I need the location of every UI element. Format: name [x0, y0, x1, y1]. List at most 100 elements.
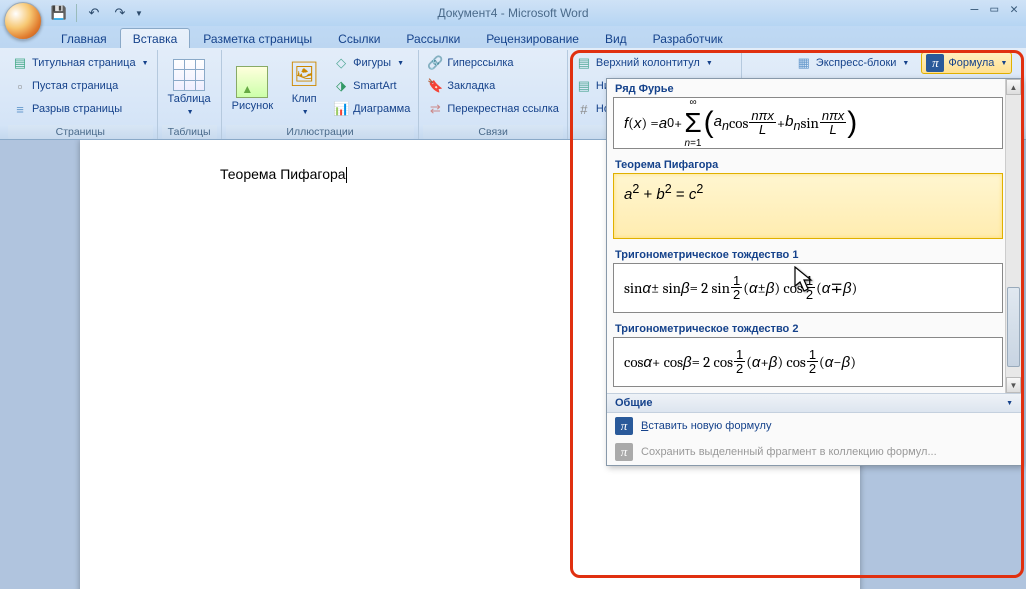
clipart-icon: 🖼: [288, 59, 320, 91]
chart-icon: 📊: [333, 101, 349, 117]
tab-home[interactable]: Главная: [48, 28, 120, 48]
eq-item-pythagoras[interactable]: a2 + b2 = c2: [613, 173, 1003, 239]
eq-section-pythagoras: Теорема Пифагора: [607, 155, 1021, 173]
table-button[interactable]: Таблица ▼: [162, 52, 217, 125]
redo-icon[interactable]: ↷: [109, 2, 131, 24]
eq-section-trig2: Тригонометрическое тождество 2: [607, 319, 1021, 337]
dropdown-icon: ▼: [302, 109, 309, 116]
group-links-label: Связи: [423, 125, 563, 139]
minimize-button[interactable]: —: [971, 2, 979, 17]
eq-item-trig2[interactable]: cos α + cos β = 2 cos12(α + β) cos12(α −…: [613, 337, 1003, 387]
page-text: Теорема Пифагора: [220, 166, 346, 182]
quick-parts-button[interactable]: ▦ Экспресс-блоки ▼: [792, 52, 914, 74]
ribbon-tabs: Главная Вставка Разметка страницы Ссылки…: [0, 26, 1026, 48]
group-links: 🔗Гиперссылка 🔖 Закладка ⇄ Перекрестная ссы…: [419, 50, 568, 139]
dropdown-icon: ▼: [142, 60, 149, 67]
picture-label: Рисунок: [232, 100, 274, 112]
eq-item-trig1[interactable]: sin α ± sin β = 2 sin12(α ± β) cos12(α ∓…: [613, 263, 1003, 313]
equation-label: Формула: [948, 57, 994, 69]
insert-new-equation[interactable]: π Вставить новую формулу: [607, 413, 1021, 439]
qat-dropdown-icon[interactable]: ▼: [135, 9, 143, 18]
cover-page-icon: ▤: [12, 55, 28, 71]
chevron-down-icon: ▼: [1006, 400, 1013, 407]
clipart-button[interactable]: 🖼 Клип ▼: [281, 52, 327, 125]
equation-category-header[interactable]: Общие ▼: [607, 393, 1021, 412]
shapes-icon: ◇: [333, 55, 349, 71]
group-tables-label: Таблицы: [162, 125, 217, 139]
dropdown-icon: ▼: [187, 109, 194, 116]
blank-page-button[interactable]: ▫ Пустая страница: [8, 75, 153, 97]
eq-section-fourier: Ряд Фурье: [607, 79, 1021, 97]
tab-mailings[interactable]: Рассылки: [393, 28, 473, 48]
eq-item-fourier[interactable]: f(x) = a0 + Σ∞n=1 (an cosnπxL + bn sinnπ…: [613, 97, 1003, 149]
pi-icon-disabled: π: [615, 443, 633, 461]
page-break-label: Разрыв страницы: [32, 103, 122, 115]
undo-icon[interactable]: ↶: [83, 2, 105, 24]
tab-insert[interactable]: Вставка: [120, 28, 191, 48]
shapes-label: Фигуры: [353, 57, 391, 69]
equation-scrollbar[interactable]: ▲ ▼: [1005, 79, 1021, 393]
pi-icon: π: [926, 54, 944, 72]
header-button[interactable]: ▤ Верхний колонтитул ▼: [572, 52, 717, 74]
save-selection-to-gallery: π Сохранить выделенный фрагмент в коллек…: [607, 439, 1021, 465]
group-illustrations: Рисунок 🖼 Клип ▼ ◇ Фигуры ▼ ⬗ SmartArt 📊 Диагр…: [222, 50, 420, 139]
smartart-button[interactable]: ⬗ SmartArt: [329, 75, 414, 97]
smartart-label: SmartArt: [353, 80, 396, 92]
crossref-button[interactable]: ⇄ Перекрестная ссылка: [423, 98, 563, 120]
crossref-icon: ⇄: [427, 101, 443, 117]
close-button[interactable]: ✕: [1010, 2, 1018, 17]
bookmark-button[interactable]: 🔖 Закладка: [423, 75, 563, 97]
dropdown-icon: ▼: [397, 60, 404, 67]
scroll-down-icon[interactable]: ▼: [1006, 377, 1021, 393]
blank-page-label: Пустая страница: [32, 80, 118, 92]
tab-page-layout[interactable]: Разметка страницы: [190, 28, 325, 48]
hyperlink-button[interactable]: 🔗Гиперссылка: [423, 52, 563, 74]
tab-review[interactable]: Рецензирование: [473, 28, 592, 48]
tab-view[interactable]: Вид: [592, 28, 640, 48]
group-pages: ▤ Титульная страница ▼ ▫ Пустая страница ≡ Р…: [4, 50, 158, 139]
dropdown-icon: ▼: [706, 60, 713, 67]
quick-parts-icon: ▦: [796, 55, 812, 71]
scroll-up-icon[interactable]: ▲: [1006, 79, 1021, 95]
chart-button[interactable]: 📊 Диаграмма: [329, 98, 414, 120]
equation-category-label: Общие: [615, 397, 653, 409]
bookmark-icon: 🔖: [427, 78, 443, 94]
pi-icon: π: [615, 417, 633, 435]
header-label: Верхний колонтитул: [596, 57, 700, 69]
shapes-button[interactable]: ◇ Фигуры ▼: [329, 52, 414, 74]
save-selection-label: Сохранить выделенный фрагмент в коллекци…: [641, 446, 937, 458]
picture-button[interactable]: Рисунок: [226, 52, 280, 125]
footer-icon: ▤: [576, 78, 592, 94]
equation-button[interactable]: π Формула ▼: [921, 52, 1012, 74]
tab-references[interactable]: Ссылки: [325, 28, 393, 48]
page-number-icon: #: [576, 101, 592, 117]
crossref-label: Перекрестная ссылка: [447, 103, 559, 115]
page-break-icon: ≡: [12, 101, 28, 117]
header-icon: ▤: [576, 55, 592, 71]
window-controls: — ▭ ✕: [971, 2, 1018, 17]
smartart-icon: ⬗: [333, 78, 349, 94]
save-icon[interactable]: 💾: [48, 2, 70, 24]
clipart-label: Клип: [292, 93, 317, 105]
dropdown-icon: ▼: [1000, 60, 1007, 67]
tab-developer[interactable]: Разработчик: [640, 28, 736, 48]
group-illustrations-label: Иллюстрации: [226, 125, 415, 139]
quick-parts-label: Экспресс-блоки: [816, 57, 897, 69]
title-bar: 💾 ↶ ↷ ▼ Документ4 - Microsoft Word — ▭ ✕: [0, 0, 1026, 26]
bookmark-label: Закладка: [447, 80, 495, 92]
group-tables: Таблица ▼ Таблицы: [158, 50, 222, 139]
cover-page-label: Титульная страница: [32, 57, 136, 69]
blank-page-icon: ▫: [12, 78, 28, 94]
eq-section-trig1: Тригонометрическое тождество 1: [607, 245, 1021, 263]
office-button[interactable]: [4, 2, 42, 40]
maximize-button[interactable]: ▭: [990, 2, 998, 17]
cover-page-button[interactable]: ▤ Титульная страница ▼: [8, 52, 153, 74]
group-pages-label: Страницы: [8, 125, 153, 139]
equation-gallery-list[interactable]: Ряд Фурье f(x) = a0 + Σ∞n=1 (an cosnπxL …: [607, 79, 1021, 393]
scroll-thumb[interactable]: [1007, 287, 1020, 367]
table-label: Таблица: [168, 93, 211, 105]
chart-label: Диаграмма: [353, 103, 410, 115]
dropdown-icon: ▼: [902, 60, 909, 67]
page-break-button[interactable]: ≡ Разрыв страницы: [8, 98, 153, 120]
text-cursor: [346, 167, 347, 183]
